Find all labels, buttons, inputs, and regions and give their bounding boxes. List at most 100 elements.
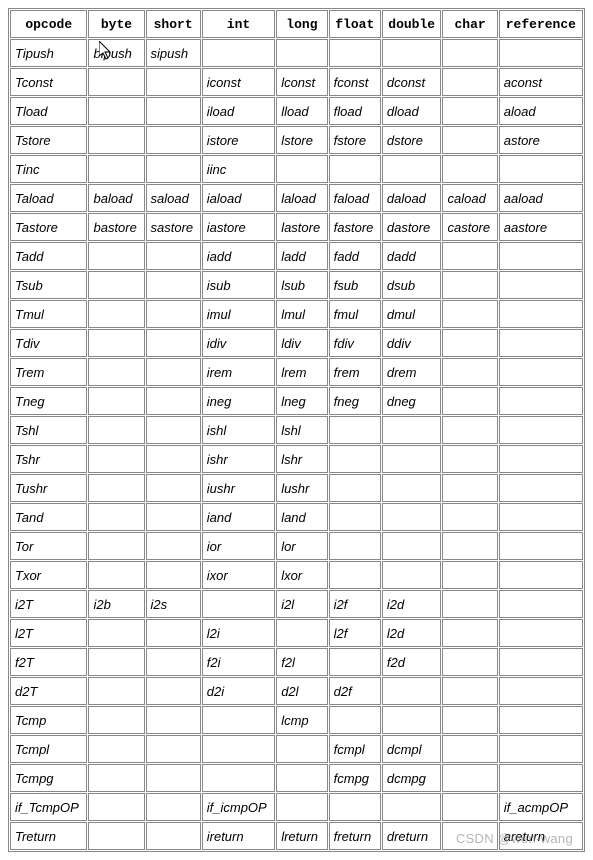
- cell-reference: [499, 358, 583, 386]
- cell-int: iconst: [202, 68, 275, 96]
- cell-double: [382, 793, 442, 821]
- cell-byte: [88, 387, 144, 415]
- cell-double: [382, 155, 442, 183]
- cell-short: [146, 619, 201, 647]
- cell-float: fmul: [329, 300, 381, 328]
- cell-char: [442, 561, 497, 589]
- cell-short: [146, 358, 201, 386]
- cell-reference: [499, 677, 583, 705]
- cell-float: [329, 39, 381, 67]
- cell-int: idiv: [202, 329, 275, 357]
- cell-double: [382, 677, 442, 705]
- cell-reference: [499, 445, 583, 473]
- cell-int: imul: [202, 300, 275, 328]
- cell-double: dconst: [382, 68, 442, 96]
- cell-char: [442, 706, 497, 734]
- cell-long: lmul: [276, 300, 327, 328]
- cell-byte: bastore: [88, 213, 144, 241]
- cell-int: ixor: [202, 561, 275, 589]
- column-header-opcode: opcode: [10, 10, 87, 38]
- cell-float: [329, 706, 381, 734]
- cell-long: lrem: [276, 358, 327, 386]
- cell-byte: [88, 416, 144, 444]
- cell-float: fcmpl: [329, 735, 381, 763]
- cell-byte: [88, 474, 144, 502]
- cell-opcode: Tneg: [10, 387, 87, 415]
- cell-double: dcmpg: [382, 764, 442, 792]
- cell-byte: [88, 677, 144, 705]
- cell-float: fastore: [329, 213, 381, 241]
- cell-short: [146, 445, 201, 473]
- cell-int: [202, 39, 275, 67]
- cell-long: [276, 39, 327, 67]
- opcode-table: opcodebyteshortintlongfloatdoublecharref…: [8, 8, 585, 852]
- column-header-float: float: [329, 10, 381, 38]
- cell-float: i2f: [329, 590, 381, 618]
- cell-double: dstore: [382, 126, 442, 154]
- cell-reference: [499, 619, 583, 647]
- cell-byte: [88, 445, 144, 473]
- cell-float: l2f: [329, 619, 381, 647]
- table-row: Tdividivldivfdivddiv: [10, 329, 583, 357]
- cell-long: lstore: [276, 126, 327, 154]
- table-row: Tremiremlremfremdrem: [10, 358, 583, 386]
- cell-char: [442, 358, 497, 386]
- cell-long: lshr: [276, 445, 327, 473]
- cell-opcode: f2T: [10, 648, 87, 676]
- cell-short: [146, 706, 201, 734]
- table-row: Txorixorlxor: [10, 561, 583, 589]
- cell-byte: [88, 706, 144, 734]
- cell-short: [146, 416, 201, 444]
- cell-opcode: Tmul: [10, 300, 87, 328]
- cell-long: ldiv: [276, 329, 327, 357]
- cell-int: isub: [202, 271, 275, 299]
- cell-char: [442, 648, 497, 676]
- cell-float: fstore: [329, 126, 381, 154]
- cell-long: [276, 619, 327, 647]
- cell-int: iadd: [202, 242, 275, 270]
- cell-float: fneg: [329, 387, 381, 415]
- cell-long: lastore: [276, 213, 327, 241]
- cell-long: land: [276, 503, 327, 531]
- cell-double: dload: [382, 97, 442, 125]
- cell-long: [276, 735, 327, 763]
- cell-byte: [88, 648, 144, 676]
- cell-short: [146, 532, 201, 560]
- cell-int: ineg: [202, 387, 275, 415]
- column-header-byte: byte: [88, 10, 144, 38]
- cell-short: [146, 271, 201, 299]
- cell-byte: [88, 532, 144, 560]
- cell-short: saload: [146, 184, 201, 212]
- cell-reference: aload: [499, 97, 583, 125]
- cell-double: dneg: [382, 387, 442, 415]
- cell-reference: aaload: [499, 184, 583, 212]
- table-row: Taddiaddladdfadddadd: [10, 242, 583, 270]
- cell-float: faload: [329, 184, 381, 212]
- cell-long: lor: [276, 532, 327, 560]
- table-row: Tcmpgfcmpgdcmpg: [10, 764, 583, 792]
- cell-short: [146, 735, 201, 763]
- cell-char: [442, 329, 497, 357]
- cell-opcode: Tshr: [10, 445, 87, 473]
- column-header-long: long: [276, 10, 327, 38]
- table-row: Toriorlor: [10, 532, 583, 560]
- cell-char: [442, 822, 497, 850]
- cell-reference: [499, 735, 583, 763]
- cell-long: [276, 764, 327, 792]
- cell-opcode: Tsub: [10, 271, 87, 299]
- column-header-short: short: [146, 10, 201, 38]
- table-row: Tstoreistorelstorefstoredstoreastore: [10, 126, 583, 154]
- table-row: Treturnireturnlreturnfreturndreturnaretu…: [10, 822, 583, 850]
- cell-opcode: Tstore: [10, 126, 87, 154]
- cell-reference: [499, 648, 583, 676]
- table-row: Tloadiloadlloadfloaddloadaload: [10, 97, 583, 125]
- cell-float: fdiv: [329, 329, 381, 357]
- cell-double: dsub: [382, 271, 442, 299]
- cell-long: lload: [276, 97, 327, 125]
- cell-long: f2l: [276, 648, 327, 676]
- table-row: Tsubisublsubfsubdsub: [10, 271, 583, 299]
- cell-reference: [499, 329, 583, 357]
- cell-reference: aastore: [499, 213, 583, 241]
- cell-char: [442, 387, 497, 415]
- table-row: d2Td2id2ld2f: [10, 677, 583, 705]
